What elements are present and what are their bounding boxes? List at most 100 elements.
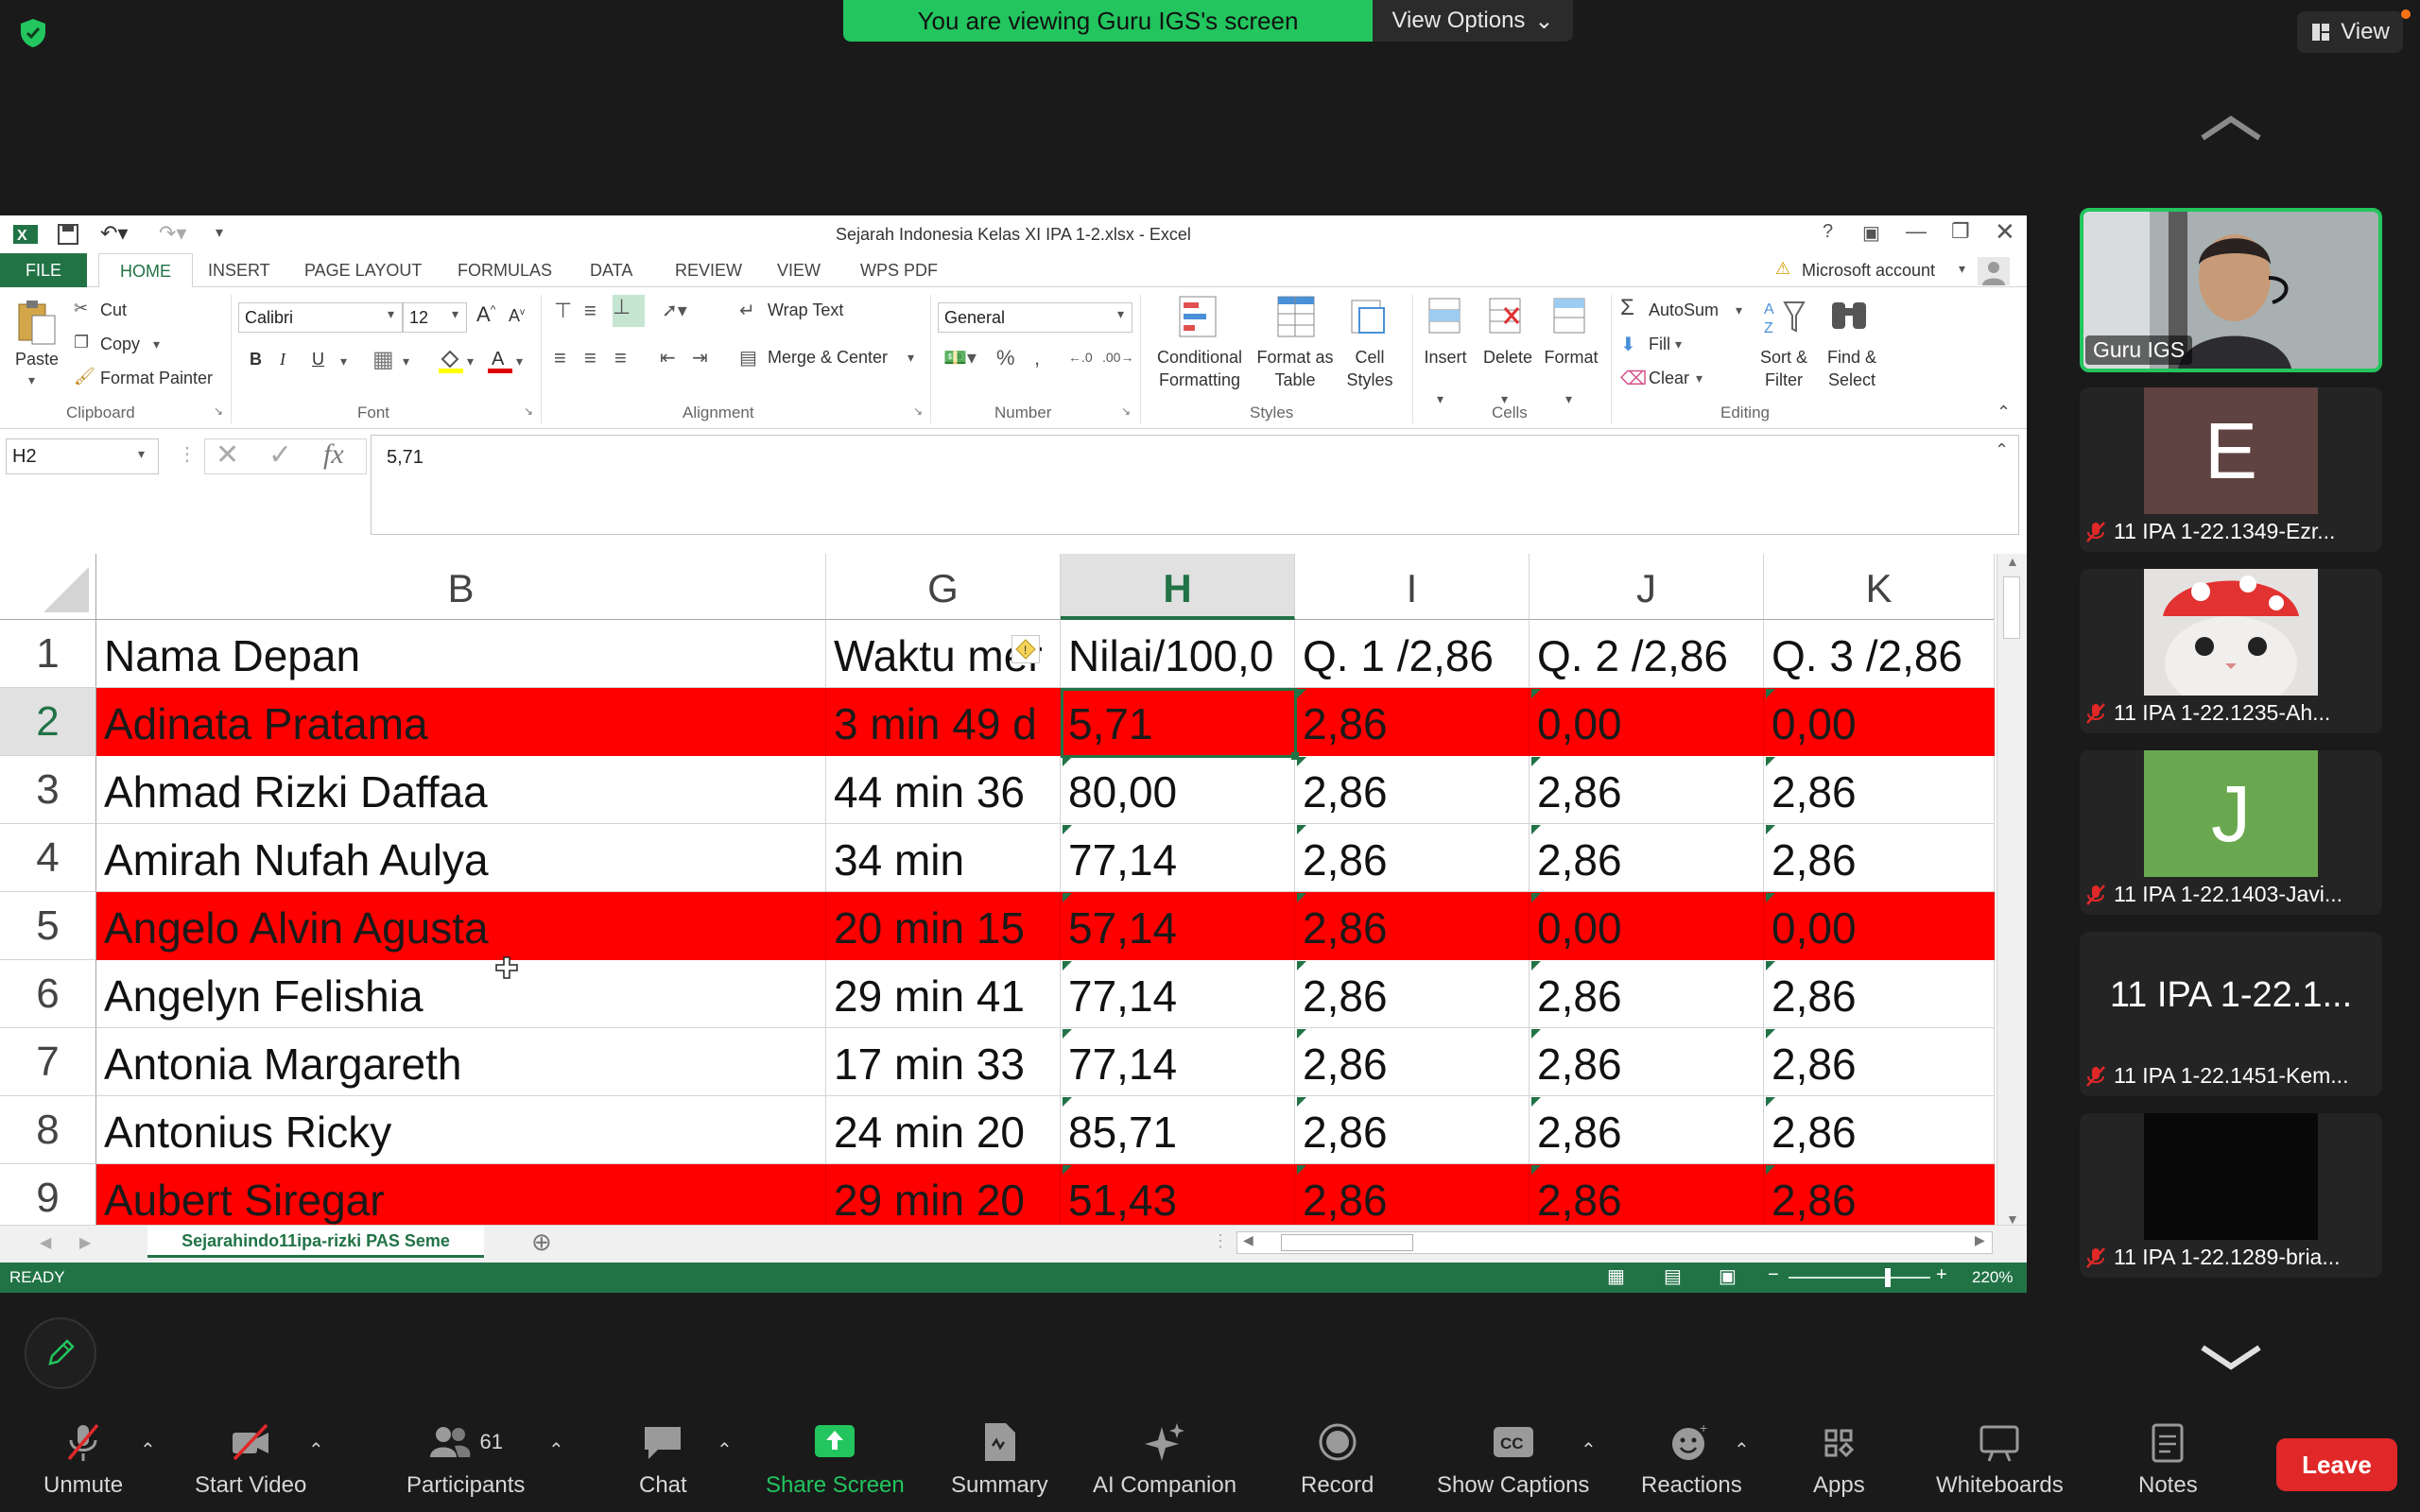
scroll-down-chevron-icon[interactable] [2199, 1344, 2263, 1372]
insert-button[interactable]: Insert [1416, 346, 1475, 369]
insert-dropdown-icon[interactable]: ▾ [1437, 391, 1443, 407]
scroll-up-chevron-icon[interactable] [2199, 113, 2263, 142]
align-top-icon[interactable]: ⊤ [554, 299, 572, 323]
chat-caret-icon[interactable]: ⌃ [717, 1438, 733, 1462]
paste-label[interactable]: Paste [15, 350, 59, 369]
row-header[interactable]: 6 [0, 960, 96, 1028]
participant-tile-4[interactable]: J 11 IPA 1-22.1403-Javi... [2080, 750, 2382, 915]
table-cell[interactable]: Ahmad Rizki Daffaa [96, 756, 826, 824]
row-header[interactable]: 5 [0, 892, 96, 960]
table-cell[interactable]: 2,86 [1764, 960, 1995, 1028]
zoom-slider-track[interactable] [1789, 1277, 1930, 1279]
format-dropdown-icon[interactable]: ▾ [1565, 391, 1572, 407]
copy-dropdown-icon[interactable]: ▾ [153, 336, 160, 352]
alignment-launcher-icon[interactable]: ↘ [913, 404, 923, 418]
participant-tile-3[interactable]: 11 IPA 1-22.1235-Ah... [2080, 569, 2382, 733]
table-cell[interactable]: 0,00 [1530, 892, 1764, 960]
format-painter-button[interactable]: Format Painter [100, 369, 213, 388]
autosum-button[interactable]: AutoSum [1649, 301, 1719, 320]
column-header-j[interactable]: J [1530, 554, 1764, 620]
participants-caret-icon[interactable]: ⌃ [548, 1438, 564, 1462]
accounting-format-icon[interactable]: 💵▾ [943, 346, 977, 369]
increase-indent-icon[interactable]: ⇥ [692, 346, 708, 369]
audio-options-caret-icon[interactable]: ⌃ [140, 1438, 156, 1462]
table-cell[interactable]: 2,86 [1295, 1096, 1530, 1164]
table-cell[interactable]: 2,86 [1295, 1028, 1530, 1096]
participant-tile-2[interactable]: E 11 IPA 1-22.1349-Ezr... [2080, 387, 2382, 552]
decrease-decimal-icon[interactable]: .00→ [1102, 350, 1133, 365]
table-cell[interactable]: 2,86 [1764, 1028, 1995, 1096]
comma-style-icon[interactable]: , [1034, 346, 1040, 370]
show-captions-button[interactable]: CC Show Captions [1437, 1421, 1589, 1499]
font-color-icon[interactable]: A [486, 346, 514, 374]
autosum-dropdown-icon[interactable]: ▾ [1736, 302, 1742, 318]
redo-icon[interactable]: ↷▾ [159, 221, 186, 246]
borders-icon[interactable]: ▦ [372, 346, 394, 373]
vertical-scroll-thumb[interactable] [2003, 576, 2020, 639]
table-cell[interactable]: 2,86 [1764, 1096, 1995, 1164]
row-header[interactable]: 4 [0, 824, 96, 892]
horizontal-scroll-thumb[interactable] [1281, 1234, 1413, 1251]
merge-dropdown-icon[interactable]: ▾ [908, 350, 914, 366]
error-indicator-button[interactable]: ! [1011, 635, 1040, 663]
tab-view[interactable]: VIEW [777, 253, 821, 287]
unmute-button[interactable]: Unmute [43, 1421, 123, 1499]
align-middle-icon[interactable]: ≡ [584, 299, 596, 323]
table-cell[interactable]: 85,71 [1061, 1096, 1295, 1164]
close-icon[interactable]: ✕ [1995, 217, 2015, 247]
help-icon[interactable]: ? [1823, 221, 1833, 243]
find-select-button[interactable]: Find & Select [1819, 346, 1885, 391]
table-cell[interactable]: 3 min 49 d [826, 688, 1061, 756]
column-header-k[interactable]: K [1764, 554, 1995, 620]
table-cell[interactable]: Antonia Margareth [96, 1028, 826, 1096]
column-header-h[interactable]: H [1061, 554, 1295, 620]
clear-dropdown-icon[interactable]: ▾ [1696, 370, 1703, 387]
table-cell[interactable]: 29 min 20 [826, 1164, 1061, 1232]
table-cell[interactable]: 20 min 15 [826, 892, 1061, 960]
table-cell[interactable]: 17 min 33 [826, 1028, 1061, 1096]
format-as-table-button[interactable]: Format as Table [1252, 346, 1339, 391]
decrease-font-icon[interactable]: Av [509, 306, 525, 326]
leave-button[interactable]: Leave [2276, 1438, 2397, 1491]
table-cell[interactable]: Angelyn Felishia [96, 960, 826, 1028]
formula-input[interactable]: 5,71 [371, 435, 2019, 535]
security-shield-icon[interactable] [17, 17, 49, 49]
table-cell[interactable]: 51,43 [1061, 1164, 1295, 1232]
borders-dropdown-icon[interactable]: ▾ [403, 353, 409, 369]
participant-tile-5[interactable]: 11 IPA 1-22.1... 11 IPA 1-22.1451-Kem... [2080, 932, 2382, 1096]
cell-styles-button[interactable]: Cell Styles [1337, 346, 1403, 391]
vertical-scrollbar[interactable]: ▲ ▼ [1996, 554, 2027, 1234]
name-box[interactable]: H2 [6, 438, 159, 474]
table-cell[interactable]: 2,86 [1530, 1164, 1764, 1232]
table-cell[interactable]: Amirah Nufah Aulya [96, 824, 826, 892]
conditional-formatting-button[interactable]: Conditional Formatting [1148, 346, 1252, 391]
italic-icon[interactable]: I [280, 350, 285, 369]
merge-center-button[interactable]: Merge & Center [768, 348, 888, 368]
save-icon[interactable] [57, 223, 79, 246]
formula-collapse-icon[interactable]: ⌃ [1995, 440, 2009, 460]
table-cell[interactable]: 77,14 [1061, 824, 1295, 892]
table-cell[interactable]: Nilai/100,0 [1061, 620, 1295, 688]
orientation-icon[interactable]: ➚▾ [662, 299, 687, 322]
align-center-icon[interactable]: ≡ [584, 346, 596, 370]
table-cell[interactable]: 2,86 [1295, 688, 1530, 756]
table-cell[interactable]: 2,86 [1530, 756, 1764, 824]
tab-file[interactable]: FILE [0, 253, 87, 287]
account-avatar-icon[interactable] [1978, 257, 2010, 285]
apps-button[interactable]: Apps [1813, 1421, 1865, 1499]
table-cell[interactable]: 34 min [826, 824, 1061, 892]
table-cell[interactable]: Adinata Pratama [96, 688, 826, 756]
table-cell[interactable]: 2,86 [1530, 960, 1764, 1028]
table-cell[interactable]: 2,86 [1295, 892, 1530, 960]
copy-button[interactable]: Copy [100, 335, 140, 354]
table-cell[interactable]: Q. 3 /2,86 [1764, 620, 1995, 688]
row-header[interactable]: 3 [0, 756, 96, 824]
restore-icon[interactable]: ❐ [1951, 219, 1970, 244]
table-cell[interactable]: Antonius Ricky [96, 1096, 826, 1164]
bold-icon[interactable]: B [250, 350, 262, 369]
table-cell[interactable]: 57,14 [1061, 892, 1295, 960]
clipboard-launcher-icon[interactable]: ↘ [214, 404, 223, 418]
sort-filter-button[interactable]: Sort & Filter [1751, 346, 1817, 391]
underline-icon[interactable]: U [312, 350, 324, 369]
spreadsheet-grid[interactable]: B G H I J K 1 Nama Depan Waktu mer Nilai/10… [0, 554, 2027, 1234]
